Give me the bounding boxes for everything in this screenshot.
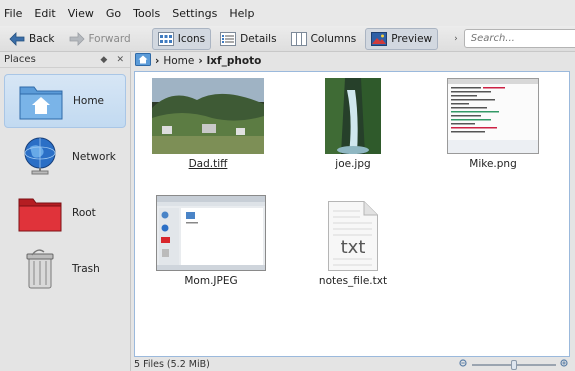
preview-label: Preview <box>391 32 433 45</box>
breadcrumb: › Home › lxf_photo <box>132 52 575 70</box>
forward-button[interactable]: Forward <box>64 28 136 50</box>
file-thumbnail <box>293 74 413 154</box>
breadcrumb-home[interactable]: Home <box>163 55 194 67</box>
menu-help[interactable]: Help <box>229 7 254 20</box>
place-label: Trash <box>72 263 100 275</box>
root-folder-icon <box>18 191 62 235</box>
home-folder-icon <box>19 79 63 123</box>
preview-button[interactable]: Preview <box>365 27 439 50</box>
zoom-in-icon[interactable] <box>560 358 569 371</box>
file-manager-window: File Edit View Go Tools Settings Help Ba… <box>0 0 575 371</box>
chevron-right-icon: › <box>454 33 458 44</box>
zoom-handle[interactable] <box>511 359 517 370</box>
place-label: Network <box>72 151 116 163</box>
columns-view-label: Columns <box>310 32 357 45</box>
file-name: notes_file.txt <box>318 275 388 287</box>
place-network[interactable]: Network <box>4 130 126 184</box>
menu-bar: File Edit View Go Tools Settings Help <box>0 0 575 26</box>
menu-go[interactable]: Go <box>106 7 121 20</box>
file-item-notes[interactable]: txt notes_file.txt <box>293 191 413 301</box>
forward-arrow-icon <box>69 31 85 46</box>
place-label: Home <box>73 95 105 107</box>
file-item-dad[interactable]: Dad.tiff <box>143 74 273 184</box>
file-thumbnail <box>147 191 275 271</box>
file-item-mom[interactable]: Mom.JPEG <box>147 191 275 301</box>
icons-view-label: Icons <box>177 32 206 45</box>
status-bar: 5 Files (5.2 MiB) <box>132 357 575 371</box>
places-header: Places ◆ ✕ <box>0 52 130 68</box>
network-globe-icon <box>18 135 62 179</box>
search-input[interactable] <box>463 29 575 48</box>
menu-edit[interactable]: Edit <box>34 7 55 20</box>
place-home[interactable]: Home <box>4 74 126 128</box>
icons-view-button[interactable]: Icons <box>151 27 212 50</box>
close-panel-icon[interactable]: ✕ <box>116 55 124 65</box>
columns-view-icon <box>290 31 307 46</box>
menu-tools[interactable]: Tools <box>133 7 160 20</box>
breadcrumb-current-folder[interactable]: lxf_photo <box>207 55 262 67</box>
file-name: Mike.png <box>469 158 517 170</box>
file-name: joe.jpg <box>335 158 371 170</box>
details-view-button[interactable]: Details <box>215 28 281 50</box>
file-thumbnail: txt <box>293 191 413 271</box>
place-label: Root <box>72 207 96 219</box>
forward-label: Forward <box>88 32 131 45</box>
file-name: Dad.tiff <box>188 158 228 170</box>
file-view[interactable]: Dad.tiff joe.jpg Mike.png Mom.JPEG txt n… <box>134 71 570 357</box>
preview-icon <box>371 31 388 46</box>
file-item-mike[interactable]: Mike.png <box>433 74 553 184</box>
place-root[interactable]: Root <box>4 186 126 240</box>
file-name: Mom.JPEG <box>184 275 238 287</box>
breadcrumb-separator: › <box>155 55 160 67</box>
toolbar: Back Forward Icons Details Columns Previ… <box>0 26 575 52</box>
status-text: 5 Files (5.2 MiB) <box>134 358 210 370</box>
icons-view-icon <box>157 31 174 46</box>
details-view-label: Details <box>240 32 277 45</box>
back-arrow-icon <box>9 31 25 46</box>
menu-settings[interactable]: Settings <box>172 7 217 20</box>
file-thumbnail <box>143 74 273 154</box>
trash-icon <box>18 247 62 291</box>
zoom-slider[interactable] <box>459 358 569 371</box>
menu-file[interactable]: File <box>4 7 22 20</box>
columns-view-button[interactable]: Columns <box>286 28 362 50</box>
zoom-out-icon[interactable] <box>459 358 468 371</box>
float-panel-icon[interactable]: ◆ <box>100 55 107 65</box>
file-type-badge: txt <box>341 237 366 258</box>
file-item-joe[interactable]: joe.jpg <box>293 74 413 184</box>
places-panel: Places ◆ ✕ Home Network Root Trash <box>0 52 131 371</box>
menu-view[interactable]: View <box>68 7 94 20</box>
file-thumbnail <box>433 74 553 154</box>
details-view-icon <box>220 31 237 46</box>
home-location-icon[interactable] <box>135 53 151 69</box>
back-label: Back <box>29 32 55 45</box>
back-button[interactable]: Back <box>4 28 60 50</box>
place-trash[interactable]: Trash <box>4 242 126 296</box>
zoom-track[interactable] <box>472 359 556 370</box>
places-title: Places <box>4 54 36 65</box>
breadcrumb-separator: › <box>198 55 203 67</box>
